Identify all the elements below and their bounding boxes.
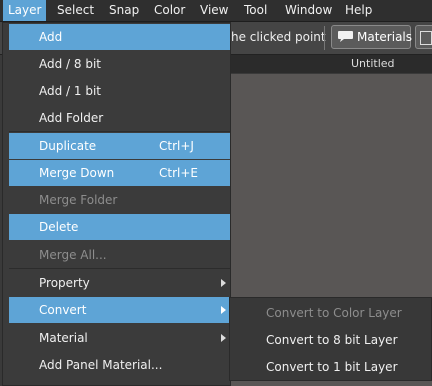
convert-submenu: Convert to Color Layer Convert to 8 bit … bbox=[229, 297, 432, 381]
submenu-item-convert-to-1bit[interactable]: Convert to 1 bit Layer bbox=[230, 354, 431, 381]
menu-layer[interactable]: Layer bbox=[3, 0, 47, 21]
menu-select[interactable]: Select bbox=[52, 0, 99, 21]
menu-item-label: Add / 8 bit bbox=[39, 57, 102, 71]
menu-item-label: Add bbox=[39, 30, 63, 44]
menu-item-label: Duplicate bbox=[39, 139, 97, 153]
menu-item-label: Merge Folder bbox=[39, 193, 118, 207]
submenu-item-label: Convert to 8 bit Layer bbox=[266, 333, 398, 347]
panel-icon bbox=[420, 31, 432, 45]
menu-item-shortcut: Ctrl+E bbox=[159, 166, 198, 180]
menu-help[interactable]: Help bbox=[340, 0, 377, 21]
menu-item-merge-down[interactable]: Merge Down Ctrl+E bbox=[9, 160, 230, 186]
menu-item-add-1bit[interactable]: Add / 1 bit bbox=[9, 78, 230, 104]
submenu-item-label: Convert to Color Layer bbox=[266, 306, 402, 320]
menubar: Layer Select Snap Color View Tool Window… bbox=[0, 0, 432, 22]
materials-button[interactable]: Materials bbox=[331, 25, 413, 49]
menu-item-add-folder[interactable]: Add Folder bbox=[9, 105, 230, 131]
menu-item-add[interactable]: Add bbox=[9, 24, 230, 50]
menu-item-delete[interactable]: Delete bbox=[9, 214, 230, 240]
menu-window[interactable]: Window bbox=[280, 0, 337, 21]
menu-separator bbox=[9, 131, 230, 132]
document-title[interactable]: Untitled bbox=[351, 55, 395, 73]
document-tab-bar: Untitled bbox=[231, 55, 432, 73]
menu-color[interactable]: Color bbox=[149, 0, 190, 21]
menu-item-label: Merge Down bbox=[39, 166, 115, 180]
speech-bubble-icon bbox=[338, 31, 353, 42]
menu-item-label: Convert bbox=[39, 303, 87, 317]
menu-item-convert[interactable]: Convert bbox=[9, 297, 230, 323]
menu-view[interactable]: View bbox=[195, 0, 233, 21]
menu-item-merge-folder: Merge Folder bbox=[9, 187, 230, 213]
submenu-item-label: Convert to 1 bit Layer bbox=[266, 360, 398, 374]
toolbar-separator bbox=[324, 26, 325, 50]
submenu-item-convert-to-8bit[interactable]: Convert to 8 bit Layer bbox=[230, 327, 431, 354]
menu-snap[interactable]: Snap bbox=[104, 0, 144, 21]
menu-item-add-8bit[interactable]: Add / 8 bit bbox=[9, 51, 230, 77]
menu-item-label: Add Panel Material... bbox=[39, 358, 163, 372]
menu-item-shortcut: Ctrl+J bbox=[159, 139, 194, 153]
layer-menu: Add Add / 8 bit Add / 1 bit Add Folder D… bbox=[2, 22, 231, 386]
menu-item-label: Merge All... bbox=[39, 248, 107, 262]
menu-item-duplicate[interactable]: Duplicate Ctrl+J bbox=[9, 133, 230, 159]
toolbar-hint-text: he clicked point bbox=[231, 30, 326, 44]
menu-item-material[interactable]: Material bbox=[9, 325, 230, 351]
submenu-item-convert-to-color: Convert to Color Layer bbox=[230, 300, 431, 327]
menu-item-property[interactable]: Property bbox=[9, 270, 230, 296]
materials-button-label: Materials bbox=[357, 30, 413, 44]
menu-item-label: Property bbox=[39, 276, 90, 290]
menu-item-label: Add Folder bbox=[39, 111, 104, 125]
submenu-arrow-icon bbox=[221, 334, 226, 342]
submenu-arrow-icon bbox=[221, 306, 226, 314]
menu-item-label: Material bbox=[39, 331, 88, 345]
menu-item-add-panel-material[interactable]: Add Panel Material... bbox=[9, 352, 230, 378]
menu-item-label: Delete bbox=[39, 220, 79, 234]
menu-separator bbox=[9, 268, 230, 269]
submenu-arrow-icon bbox=[221, 279, 226, 287]
menu-tool[interactable]: Tool bbox=[239, 0, 272, 21]
panel-toggle-button[interactable] bbox=[415, 25, 432, 49]
menu-item-merge-all: Merge All... bbox=[9, 242, 230, 268]
menu-item-label: Add / 1 bit bbox=[39, 84, 102, 98]
